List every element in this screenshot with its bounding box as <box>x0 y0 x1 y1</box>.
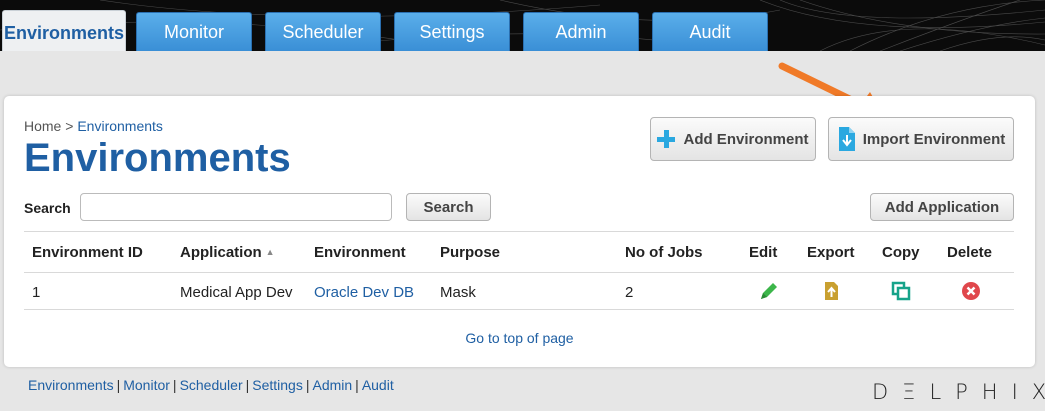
tab-admin[interactable]: Admin <box>523 12 639 51</box>
table-bottom-rule <box>24 309 1014 310</box>
footer-link-admin[interactable]: Admin <box>312 377 352 393</box>
col-header-purpose[interactable]: Purpose <box>440 244 500 261</box>
tab-monitor[interactable]: Monitor <box>136 12 252 51</box>
footer-link-environments[interactable]: Environments <box>28 377 114 393</box>
footer-nav: Environments | Monitor | Scheduler | Settings |… <box>28 377 394 393</box>
col-header-copy: Copy <box>882 244 920 261</box>
col-header-no-of-jobs[interactable]: No of Jobs <box>625 244 703 261</box>
delphix-logo: DΞLPHIX <box>872 380 1045 404</box>
tab-scheduler[interactable]: Scheduler <box>265 12 381 51</box>
plus-icon <box>657 130 676 148</box>
breadcrumb: Home > Environments <box>24 118 163 134</box>
breadcrumb-home[interactable]: Home <box>24 118 61 134</box>
table-header-rule <box>24 272 1014 273</box>
tab-settings[interactable]: Settings <box>394 12 510 51</box>
search-label: Search <box>24 200 71 216</box>
import-icon <box>837 127 855 151</box>
footer-link-scheduler[interactable]: Scheduler <box>180 377 243 393</box>
add-environment-button[interactable]: Add Environment <box>650 117 816 161</box>
cell-environment-link[interactable]: Oracle Dev DB <box>314 284 414 301</box>
col-header-edit: Edit <box>749 244 778 261</box>
col-header-export: Export <box>807 244 855 261</box>
col-header-environment-id[interactable]: Environment ID <box>32 244 143 261</box>
import-environment-button[interactable]: Import Environment <box>828 117 1014 161</box>
footer-separator: | <box>116 377 121 393</box>
environments-panel: Home > Environments Environments Add Env… <box>4 96 1035 367</box>
cell-environment-id: 1 <box>32 284 41 301</box>
table-top-rule <box>24 231 1014 232</box>
col-header-application-label: Application <box>180 244 262 261</box>
add-application-button[interactable]: Add Application <box>870 193 1014 221</box>
sort-ascending-icon: ▲ <box>265 247 275 257</box>
page-title: Environments <box>24 136 291 180</box>
search-button[interactable]: Search <box>406 193 491 221</box>
tab-environments[interactable]: Environments <box>2 10 126 51</box>
pencil-icon[interactable] <box>758 280 780 302</box>
export-icon[interactable] <box>820 280 842 302</box>
add-environment-label: Add Environment <box>683 130 809 148</box>
cell-no-of-jobs: 2 <box>625 284 634 301</box>
copy-icon[interactable] <box>890 280 912 302</box>
footer-separator: | <box>305 377 310 393</box>
footer-separator: | <box>355 377 359 393</box>
import-environment-label: Import Environment <box>862 130 1006 148</box>
footer-link-settings[interactable]: Settings <box>252 377 303 393</box>
col-header-application[interactable]: Application ▲ <box>180 244 275 261</box>
col-header-delete: Delete <box>947 244 993 261</box>
cell-application: Medical App Dev <box>180 284 293 301</box>
breadcrumb-separator: > <box>65 118 74 134</box>
search-input[interactable] <box>80 193 392 221</box>
delete-icon[interactable] <box>960 280 982 302</box>
breadcrumb-current[interactable]: Environments <box>77 118 163 134</box>
col-header-environment[interactable]: Environment <box>314 244 406 261</box>
top-nav-bar: Environments Monitor Scheduler Settings … <box>0 0 1045 51</box>
cell-purpose: Mask <box>440 284 476 301</box>
footer-separator: | <box>245 377 250 393</box>
footer-separator: | <box>172 377 177 393</box>
go-to-top-link[interactable]: Go to top of page <box>4 330 1035 346</box>
footer-link-audit[interactable]: Audit <box>362 377 394 393</box>
footer-link-monitor[interactable]: Monitor <box>123 377 170 393</box>
tab-audit[interactable]: Audit <box>652 12 768 51</box>
